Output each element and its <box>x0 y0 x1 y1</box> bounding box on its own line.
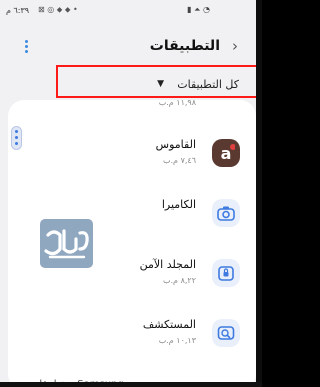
app-row-dictionary[interactable]: القاموس ٧,٤٦ م.ب a <box>8 133 256 187</box>
notification-icons: ⊠ ◎ ⬥ ⬥ • <box>38 5 78 14</box>
screen-edge <box>256 0 262 387</box>
app-size: ٨,٢٢ م.ب <box>162 276 196 285</box>
page-header: التطبيقات › <box>0 36 256 64</box>
watermark-logo <box>40 219 93 268</box>
scrollbar-handle[interactable] <box>11 126 22 150</box>
page-title: التطبيقات <box>149 38 220 54</box>
app-size: ١٠,١٣ م.ب <box>158 336 196 345</box>
svg-text:a: a <box>221 144 232 162</box>
screen-edge-bottom <box>0 382 262 387</box>
dictionary-icon: a <box>212 139 240 167</box>
app-name: المستكشف <box>142 318 196 331</box>
status-bar: ٦:٣٩ م ⊠ ◎ ⬥ ⬥ • ▮ ⏶ ◔ <box>0 0 262 24</box>
app-name: القاموس <box>155 138 196 151</box>
camera-icon <box>212 199 240 227</box>
system-status-icons: ▮ ⏶ ◔ <box>187 5 210 14</box>
app-size: ٧,٤٦ م.ب <box>162 156 196 165</box>
highlight-box <box>56 65 258 98</box>
app-name: الكاميرا <box>161 198 196 211</box>
app-name: المجلد الآمن <box>139 258 196 271</box>
status-time: ٦:٣٩ م <box>6 6 30 15</box>
more-options-icon[interactable] <box>25 40 28 55</box>
app-settings-screen: ٦:٣٩ م ⊠ ◎ ⬥ ⬥ • ▮ ⏶ ◔ التطبيقات › ▼ كل … <box>0 0 262 387</box>
explorer-icon <box>212 319 240 347</box>
app-size: ١١,٩٨ م.ب <box>158 98 196 107</box>
secure-folder-icon <box>212 259 240 287</box>
back-chevron-icon[interactable]: › <box>232 37 238 55</box>
app-row-explorer[interactable]: المستكشف ١٠,١٣ م.ب <box>8 313 256 367</box>
